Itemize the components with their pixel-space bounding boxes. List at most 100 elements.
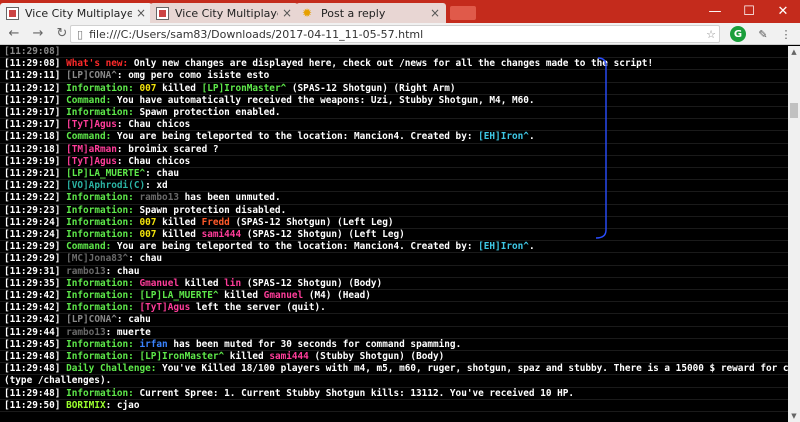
log-line: [11:29:12] Information: 007 killed [LP]I… [4, 83, 456, 95]
log-segment: [11:29:50] [4, 399, 67, 411]
log-line: [11:29:29] Command: You are being telepo… [4, 241, 535, 253]
log-segment: [11:29:21] [4, 168, 67, 179]
log-segment: [LP]IronMaster^ [201, 82, 287, 94]
log-segment: Information: [66, 192, 134, 204]
log-segment: Information: [66, 107, 134, 118]
log-segment: Information: [66, 387, 134, 399]
scrollbar[interactable]: ▲ ▼ [788, 46, 800, 422]
log-line: [11:29:29] [MC]Jona83^: chau [4, 253, 162, 265]
close-icon[interactable]: × [136, 6, 146, 20]
address-bar[interactable]: ▯ file:///C:/Users/sam83/Downloads/2017-… [70, 25, 720, 43]
log-line: [11:29:48] Information: Current Spree: 1… [4, 388, 574, 400]
log-segment: [11:29:35] [4, 277, 67, 289]
log-segment: Command: [66, 94, 112, 106]
log-segment: [11:29:45] [4, 338, 67, 350]
log-segment: Fredd [201, 216, 230, 228]
log-segment: (Stubby Shotgun) (Body) [308, 351, 445, 362]
log-segment: [TyT]Agus [66, 155, 117, 167]
log-segment: Information: [66, 302, 134, 314]
log-line: [11:29:50] BORIMIX: cjao [4, 400, 139, 412]
log-segment: Information: [66, 351, 134, 362]
row-separator [0, 411, 788, 412]
log-line: [11:29:31] rambo13: chau [4, 266, 139, 278]
pen-icon[interactable]: ✎ [755, 26, 771, 42]
log-segment: [TyT]Agus [66, 119, 117, 131]
log-segment: [11:29:11] [4, 70, 67, 82]
bookmark-star-icon[interactable]: ☆ [703, 26, 719, 42]
log-segment: irfan [139, 338, 168, 350]
log-segment: . [528, 131, 535, 143]
menu-icon[interactable]: ⋮ [778, 26, 794, 42]
log-segment: [LP]LA_MUERTE^ [139, 290, 219, 301]
minimize-button[interactable]: — [698, 0, 732, 23]
tab-vcmp-log-1[interactable]: Vice City Multiplayer log × [0, 3, 152, 23]
log-segment: (SPAS-12 Shotgun) (Left Leg) [241, 229, 405, 240]
log-segment: : Chau chicos [116, 155, 191, 167]
log-segment: [11:29:19] [4, 155, 67, 167]
log-segment: Information: [66, 338, 134, 350]
log-segment: [TM]aRman [66, 143, 117, 155]
log-segment: Daily Challenge: [66, 363, 157, 375]
log-segment: [11:29:48] [4, 387, 67, 399]
scroll-thumb[interactable] [790, 103, 798, 118]
log-segment: : omg pero como isiste esto [116, 70, 270, 82]
forward-icon[interactable]: → [28, 24, 48, 44]
log-segment: sami444 [269, 351, 309, 362]
log-line: [11:29:24] Information: 007 killed Fredd… [4, 217, 394, 229]
close-window-button[interactable]: ✕ [766, 0, 800, 23]
reload-icon[interactable]: ↻ [52, 24, 72, 44]
log-line: [11:29:45] Information: irfan has been m… [4, 339, 461, 351]
log-segment: [11:29:42] [4, 290, 67, 301]
scroll-up-icon[interactable]: ▲ [788, 46, 800, 58]
log-segment: Gmanuel [139, 277, 179, 289]
log-segment: [11:29:12] [4, 82, 67, 94]
log-segment: (type /challenges). [4, 375, 112, 387]
log-segment: killed [156, 229, 202, 240]
log-segment: [11:29:18] [4, 131, 67, 143]
log-segment: [11:29:18] [4, 143, 67, 155]
back-icon[interactable]: ← [4, 24, 24, 44]
log-segment: killed [156, 216, 202, 228]
close-icon[interactable]: × [282, 6, 292, 20]
log-segment: Information: [66, 277, 134, 289]
log-line: [11:29:21] [LP]LA_MUERTE^: chau [4, 168, 179, 180]
log-segment: : chau [145, 168, 179, 179]
log-segment: [11:29:22] [4, 180, 67, 192]
log-line: [11:29:23] Information: Spawn protection… [4, 205, 286, 217]
log-segment: [VO]Aphrodi(C) [66, 180, 146, 192]
log-line: [11:29:17] Information: Spawn protection… [4, 107, 281, 119]
grammarly-icon[interactable]: G [730, 26, 746, 42]
log-segment: BORIMIX [66, 399, 106, 411]
log-segment: killed [179, 277, 225, 289]
log-segment: : chau [105, 265, 140, 277]
log-segment: [11:29:29] [4, 253, 67, 265]
log-segment: [LP]CONA^ [66, 70, 117, 82]
tab-post-reply[interactable]: ✹ Post a reply × [296, 3, 446, 23]
log-line: [11:29:08] [4, 46, 60, 58]
log-line: [11:29:42] [LP]CONA^: cahu [4, 314, 151, 326]
maximize-button[interactable]: ☐ [732, 0, 766, 23]
log-line: [11:29:08] What's new: Only new changes … [4, 58, 653, 70]
log-segment: [11:29:17] [4, 107, 67, 118]
log-segment: 007 [139, 82, 157, 94]
tab-title: Vice City Multiplayer log [25, 6, 132, 20]
log-segment: sami444 [201, 229, 242, 240]
log-segment: killed [224, 351, 270, 362]
log-segment: 007 [139, 216, 157, 228]
new-tab-button[interactable] [450, 6, 476, 20]
log-segment: has been muted for 30 seconds for comman… [167, 338, 462, 350]
log-segment: : xd [145, 180, 168, 192]
log-segment: left the server (quit). [190, 302, 326, 314]
log-line: [11:29:35] Information: Gmanuel killed l… [4, 278, 382, 290]
tab-vcmp-log-2[interactable]: Vice City Multiplayer log × [150, 3, 298, 23]
log-segment: [LP]LA_MUERTE^ [66, 168, 146, 179]
scroll-down-icon[interactable]: ▼ [788, 410, 800, 422]
file-icon [6, 6, 19, 20]
log-segment: has been unmuted. [179, 192, 281, 204]
log-segment: : Chau chicos [116, 119, 191, 131]
close-icon[interactable]: × [430, 6, 440, 20]
log-segment: [11:29:48] [4, 351, 67, 362]
log-segment: Information: [66, 216, 134, 228]
log-segment: Gmanuel [263, 290, 304, 301]
log-segment: Command: [66, 131, 112, 143]
